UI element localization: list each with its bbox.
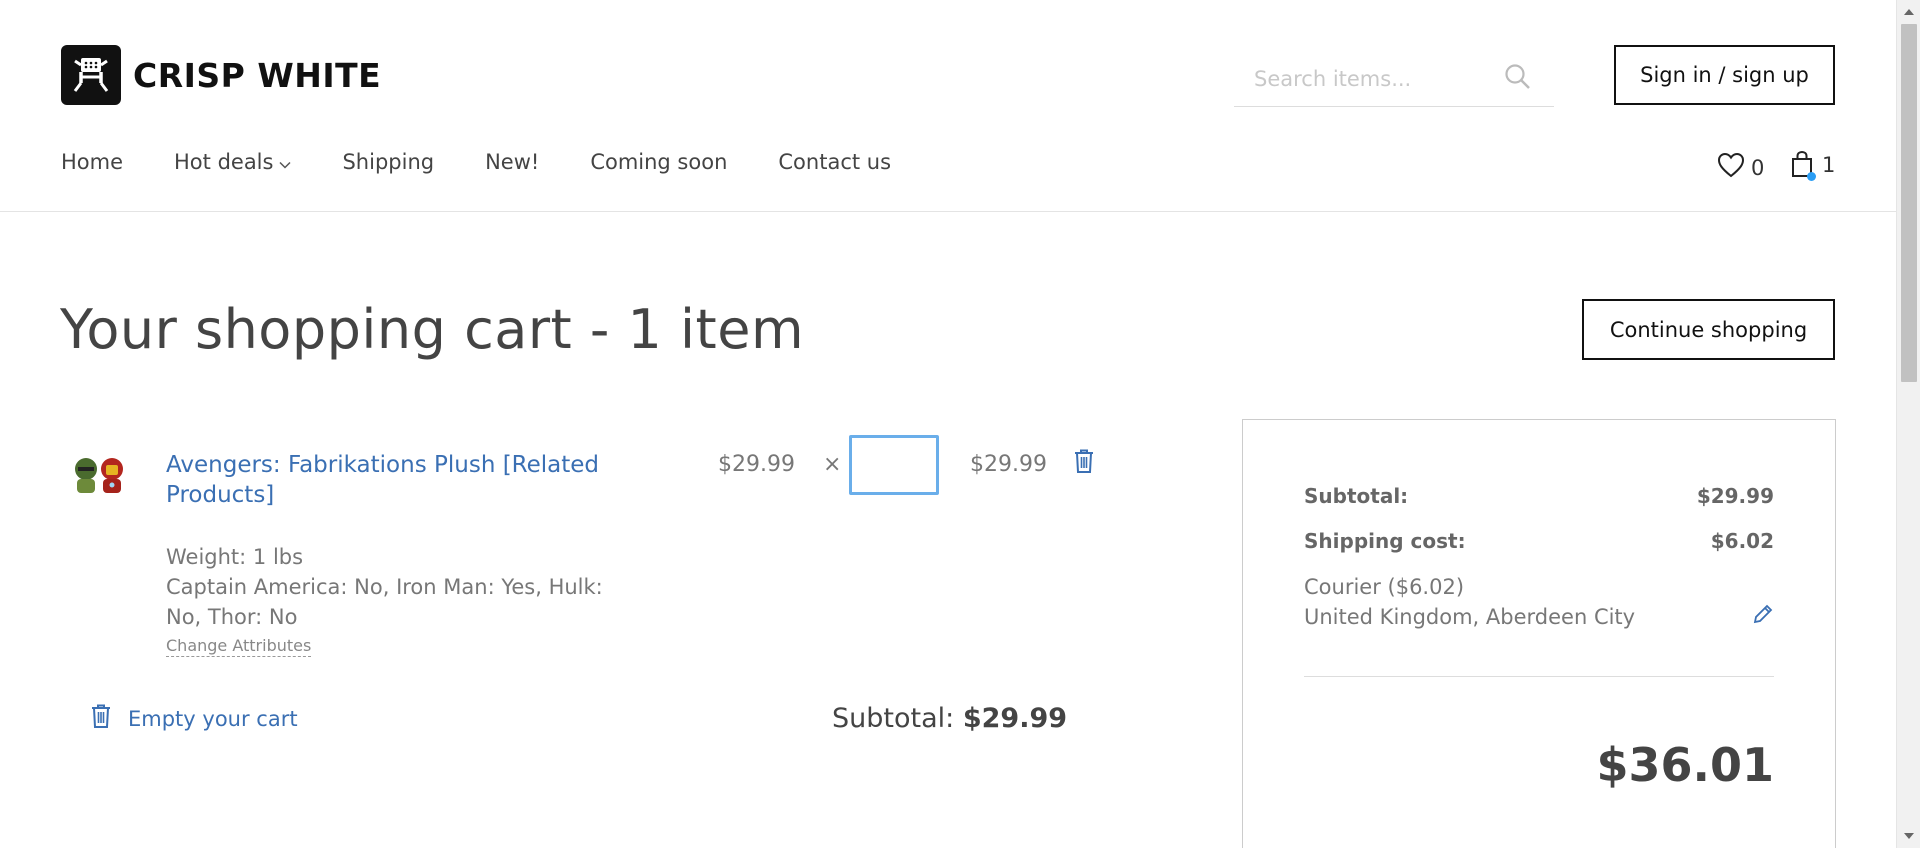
summary-subtotal-label: Subtotal:	[1304, 484, 1409, 508]
cart-bag-icon	[1790, 150, 1816, 181]
heart-icon	[1717, 152, 1745, 183]
search-input[interactable]	[1234, 66, 1504, 91]
logo[interactable]: CRISP WHITE	[61, 45, 381, 105]
unit-price: $29.99	[718, 452, 795, 477]
remove-item-trash-icon[interactable]	[1073, 448, 1095, 479]
subtotal-value: $29.99	[962, 703, 1068, 734]
cart-count: 1	[1822, 153, 1836, 177]
chevron-down-icon	[279, 150, 291, 174]
scroll-up-arrow-icon[interactable]	[1897, 2, 1920, 22]
nav-label: Coming soon	[590, 150, 728, 174]
nav-hot-deals[interactable]: Hot deals	[174, 150, 291, 174]
summary-shipping-value: $6.02	[1710, 529, 1774, 553]
nav-label: New!	[485, 150, 540, 174]
empty-cart-label: Empty your cart	[128, 706, 298, 731]
order-total: $36.01	[1596, 738, 1774, 792]
product-options: Captain America: No, Iron Man: Yes, Hulk…	[166, 575, 603, 629]
nav-home[interactable]: Home	[61, 150, 123, 174]
shipping-location: United Kingdom, Aberdeen City	[1304, 605, 1636, 629]
wishlist-link[interactable]: 0	[1717, 152, 1764, 183]
nav-contact-us[interactable]: Contact us	[778, 150, 891, 174]
page: CRISP WHITE Sign in / sign up Home Hot d…	[0, 0, 1896, 848]
page-scrollbar[interactable]	[1896, 0, 1920, 848]
cart-subtotal: Subtotal: $29.99	[832, 703, 1067, 734]
product-name-link[interactable]: Avengers: Fabrikations Plush [Related Pr…	[166, 450, 606, 510]
cart-indicator-dot	[1807, 172, 1816, 181]
shipping-method: Courier ($6.02)	[1304, 575, 1465, 599]
product-attributes: Weight: 1 lbs Captain America: No, Iron …	[166, 542, 636, 632]
main-nav: Home Hot deals Shipping New! Coming soon…	[61, 150, 942, 174]
logo-icon	[61, 45, 121, 105]
summary-subtotal-value: $29.99	[1696, 484, 1774, 508]
nav-label: Hot deals	[174, 150, 274, 174]
empty-cart-link[interactable]: Empty your cart	[90, 703, 298, 734]
search-bar	[1234, 51, 1554, 107]
quantity-input[interactable]	[849, 435, 939, 495]
shipping-info: Courier ($6.02) United Kingdom, Aberdeen…	[1304, 572, 1635, 632]
cart-link[interactable]: 1	[1790, 150, 1836, 181]
trash-icon	[90, 703, 112, 734]
brand-name: CRISP WHITE	[133, 55, 382, 95]
multiply-sign: ×	[823, 452, 842, 477]
summary-divider	[1304, 676, 1774, 677]
header-divider	[0, 211, 1896, 212]
nav-label: Shipping	[342, 150, 435, 174]
order-summary-panel: Subtotal: $29.99 Shipping cost: $6.02 Co…	[1242, 419, 1836, 848]
subtotal-label: Subtotal:	[832, 703, 955, 734]
search-icon[interactable]	[1504, 63, 1532, 96]
nav-label: Home	[61, 150, 124, 174]
line-total: $29.99	[970, 452, 1047, 477]
summary-shipping-row: Shipping cost: $6.02	[1304, 529, 1774, 553]
product-weight: Weight: 1 lbs	[166, 545, 304, 569]
scrollbar-thumb[interactable]	[1901, 24, 1917, 382]
nav-label: Contact us	[778, 150, 892, 174]
page-title: Your shopping cart - 1 item	[60, 298, 805, 361]
product-thumbnail[interactable]	[70, 455, 128, 495]
edit-pencil-icon[interactable]	[1752, 603, 1774, 630]
summary-subtotal-row: Subtotal: $29.99	[1304, 484, 1774, 508]
continue-shopping-button[interactable]: Continue shopping	[1582, 299, 1835, 360]
change-attributes-link[interactable]: Change Attributes	[166, 636, 312, 657]
nav-shipping[interactable]: Shipping	[342, 150, 434, 174]
signin-button[interactable]: Sign in / sign up	[1614, 45, 1835, 105]
nav-new[interactable]: New!	[485, 150, 539, 174]
nav-coming-soon[interactable]: Coming soon	[590, 150, 727, 174]
summary-shipping-label: Shipping cost:	[1304, 529, 1466, 553]
wishlist-count: 0	[1751, 155, 1765, 180]
scroll-down-arrow-icon[interactable]	[1897, 826, 1920, 846]
